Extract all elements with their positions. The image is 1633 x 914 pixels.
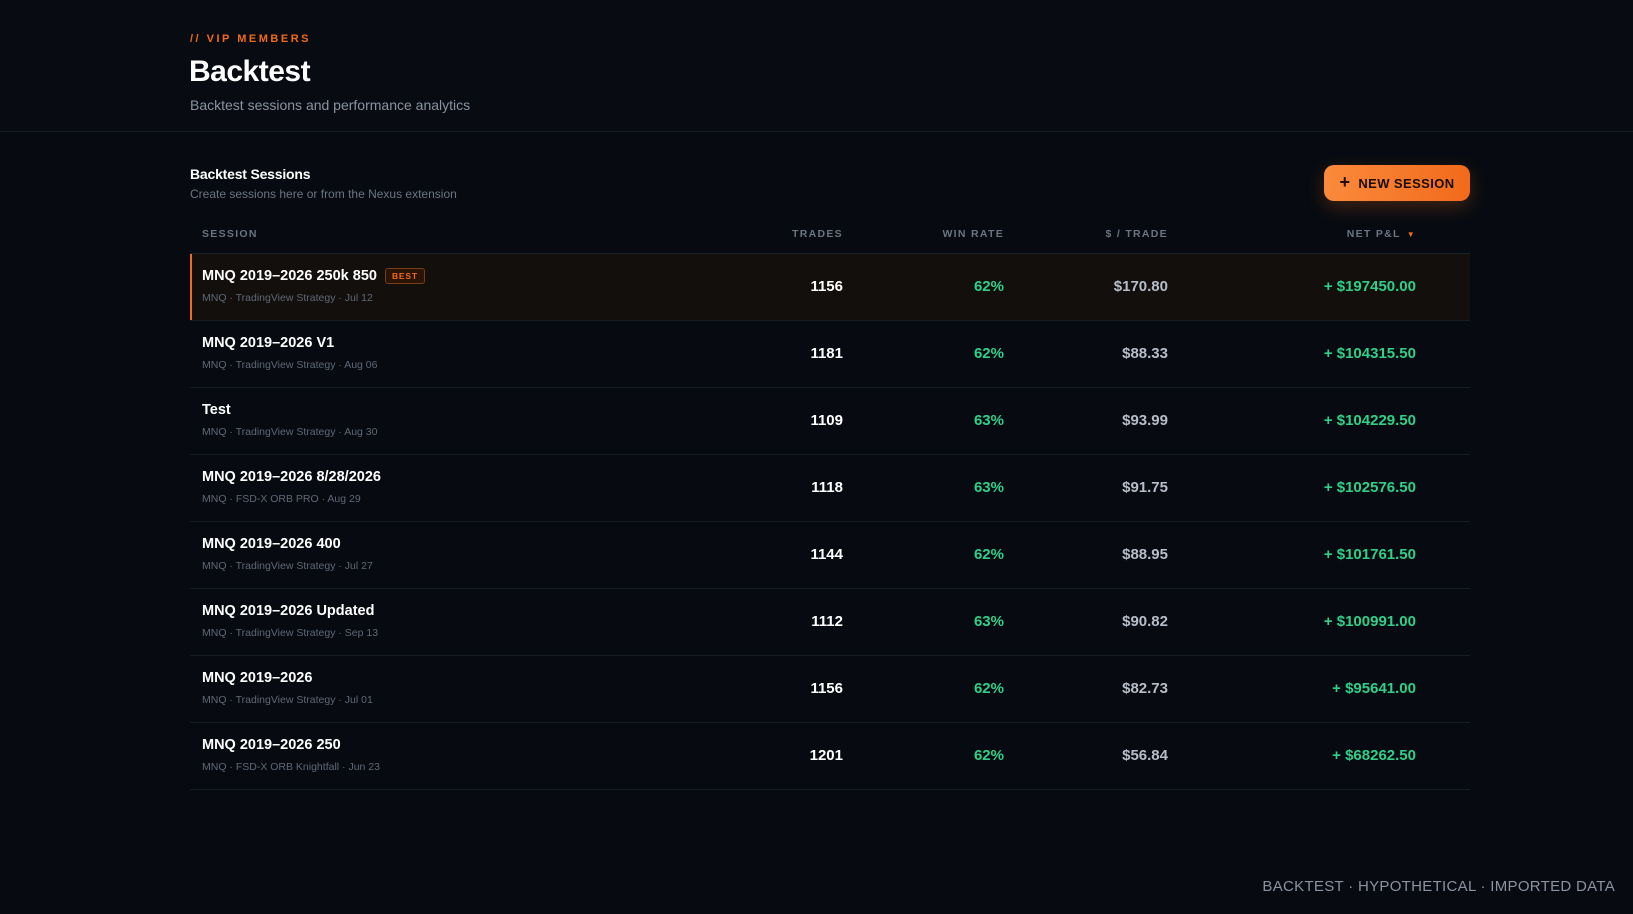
session-name-text: MNQ 2019–2026 Updated: [202, 603, 375, 619]
per-trade-value: $88.95: [1122, 546, 1168, 563]
column-header-win-rate: WIN RATE: [942, 228, 1004, 240]
session-meta: MNQ · TradingView Strategy · Jul 12: [202, 292, 373, 304]
session-name-text: MNQ 2019–2026 400: [202, 536, 341, 552]
footer-disclaimer: BACKTEST · HYPOTHETICAL · IMPORTED DATA: [1262, 878, 1615, 895]
session-name-text: MNQ 2019–2026: [202, 670, 313, 686]
net-pnl-value: + $101761.50: [1323, 546, 1416, 563]
trades-value: 1112: [811, 613, 843, 630]
trades-value: 1144: [810, 546, 843, 563]
win-rate-value: 62%: [973, 345, 1004, 362]
per-trade-value: $90.82: [1122, 613, 1168, 630]
per-trade-value: $170.80: [1113, 278, 1168, 295]
column-header-trades: TRADES: [792, 228, 843, 240]
win-rate-value: 63%: [973, 412, 1004, 429]
win-rate-value: 63%: [973, 479, 1004, 496]
eyebrow-label: // VIP MEMBERS: [190, 33, 311, 45]
session-name: MNQ 2019–2026 8/28/2026: [202, 469, 381, 485]
per-trade-value: $91.75: [1122, 479, 1168, 496]
trades-value: 1109: [810, 412, 843, 429]
trades-value: 1118: [811, 479, 843, 496]
page-subtitle: Backtest sessions and performance analyt…: [190, 97, 471, 113]
session-meta: MNQ · TradingView Strategy · Jul 27: [202, 560, 373, 572]
per-trade-value: $88.33: [1122, 345, 1168, 362]
per-trade-value: $82.73: [1122, 680, 1168, 697]
session-meta: MNQ · TradingView Strategy · Sep 13: [202, 627, 379, 639]
table-header: SESSION TRADES WIN RATE $ / TRADE NET P&…: [190, 222, 1470, 254]
net-pnl-value: + $95641.00: [1332, 680, 1416, 697]
page-header: // VIP MEMBERS Backtest Backtest session…: [0, 0, 1633, 132]
trades-value: 1201: [809, 747, 843, 764]
session-list: MNQ 2019–2026 250k 850 BEST MNQ · TradingV…: [190, 254, 1470, 790]
per-trade-value: $56.84: [1122, 747, 1168, 764]
table-row[interactable]: MNQ 2019–2026 V1 MNQ · TradingView Strate…: [190, 321, 1470, 388]
best-badge: BEST: [384, 268, 425, 284]
session-name-text: MNQ 2019–2026 V1: [202, 335, 335, 351]
table-row[interactable]: MNQ 2019–2026 400 MNQ · TradingView Strat…: [190, 522, 1470, 589]
net-pnl-value: + $104315.50: [1323, 345, 1416, 362]
column-header-net-pnl[interactable]: NET P&L ▼: [1347, 228, 1416, 240]
table-row[interactable]: Test MNQ · TradingView Strategy · Aug 30 1…: [190, 388, 1470, 455]
session-name: Test: [202, 402, 231, 418]
session-name: MNQ 2019–2026 Updated: [202, 603, 374, 619]
table-row[interactable]: MNQ 2019–2026 MNQ · TradingView Strategy …: [190, 656, 1470, 723]
new-session-label: NEW SESSION: [1358, 175, 1455, 191]
page-title: Backtest: [189, 55, 311, 88]
win-rate-value: 62%: [973, 680, 1004, 697]
net-pnl-value: + $102576.50: [1323, 479, 1416, 496]
net-pnl-value: + $197450.00: [1323, 278, 1416, 295]
net-pnl-label: NET P&L: [1346, 228, 1401, 240]
session-meta: MNQ · TradingView Strategy · Aug 30: [202, 426, 378, 438]
win-rate-value: 62%: [973, 546, 1004, 563]
plus-icon: +: [1339, 172, 1351, 192]
session-name: MNQ 2019–2026 250k 850 BEST: [202, 268, 425, 284]
session-name: MNQ 2019–2026 V1: [202, 335, 334, 351]
section-title: Backtest Sessions: [190, 166, 311, 182]
column-header-session: SESSION: [202, 228, 258, 240]
table-row[interactable]: MNQ 2019–2026 250k 850 BEST MNQ · TradingV…: [190, 254, 1470, 321]
session-name: MNQ 2019–2026 400: [202, 536, 341, 552]
session-meta: MNQ · TradingView Strategy · Jul 01: [202, 694, 373, 706]
session-meta: MNQ · TradingView Strategy · Aug 06: [202, 359, 378, 371]
trades-value: 1156: [810, 680, 843, 697]
session-name: MNQ 2019–2026: [202, 670, 312, 686]
trades-value: 1181: [810, 345, 843, 362]
table-row[interactable]: MNQ 2019–2026 Updated MNQ · TradingView S…: [190, 589, 1470, 656]
session-meta: MNQ · FSD-X ORB Knightfall · Jun 23: [202, 761, 380, 773]
section-subtitle: Create sessions here or from the Nexus e…: [190, 187, 457, 201]
trades-value: 1156: [810, 278, 843, 295]
win-rate-value: 62%: [973, 278, 1004, 295]
session-meta: MNQ · FSD-X ORB PRO · Aug 29: [202, 493, 361, 505]
table-row[interactable]: MNQ 2019–2026 8/28/2026 MNQ · FSD-X ORB P…: [190, 455, 1470, 522]
net-pnl-value: + $104229.50: [1323, 412, 1416, 429]
caret-down-icon: ▼: [1406, 229, 1416, 239]
win-rate-value: 62%: [973, 747, 1004, 764]
column-header-per-trade: $ / TRADE: [1105, 228, 1168, 240]
session-name-text: MNQ 2019–2026 8/28/2026: [202, 469, 381, 485]
session-name-text: MNQ 2019–2026 250: [202, 737, 341, 753]
session-name-text: Test: [202, 402, 231, 418]
net-pnl-value: + $68262.50: [1332, 747, 1416, 764]
new-session-button[interactable]: + NEW SESSION: [1324, 165, 1470, 201]
session-name-text: MNQ 2019–2026 250k 850: [202, 268, 377, 284]
session-name: MNQ 2019–2026 250: [202, 737, 341, 753]
table-row[interactable]: MNQ 2019–2026 250 MNQ · FSD-X ORB Knightf…: [190, 723, 1470, 790]
per-trade-value: $93.99: [1122, 412, 1168, 429]
win-rate-value: 63%: [973, 613, 1004, 630]
net-pnl-value: + $100991.00: [1323, 613, 1416, 630]
